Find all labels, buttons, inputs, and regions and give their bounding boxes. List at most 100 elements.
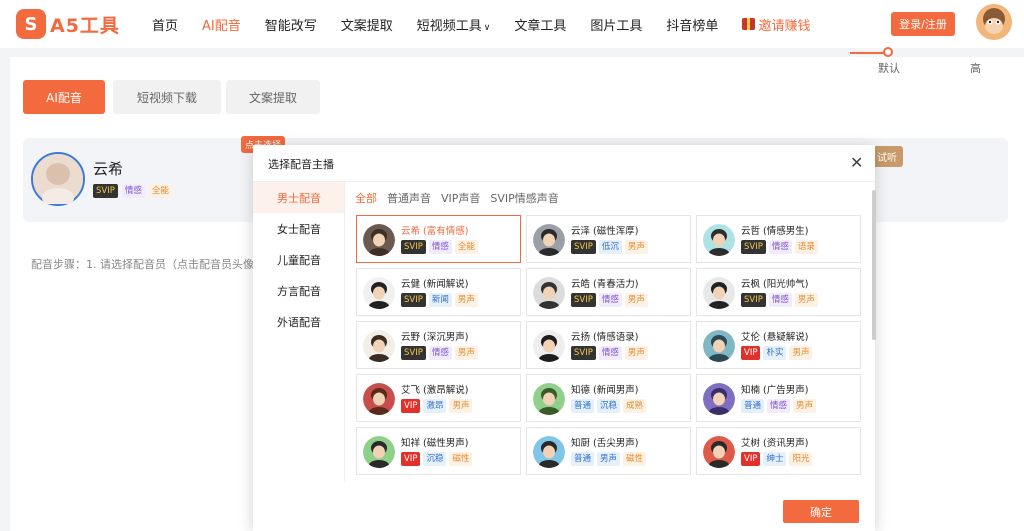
nav-item-video-tools[interactable]: 短视频工具 ∨ [417,15,491,34]
voice-card[interactable]: 云枫 (阳光帅气) SVIP 情感 男声 [696,268,861,316]
voice-avatar [703,224,735,256]
voice-card[interactable]: 云哲 (情感男生) SVIP 情感 语录 [696,215,861,263]
voice-name: 云哲 (情感男生) [741,226,809,237]
login-button[interactable]: 登录/注册 [891,12,955,36]
tag: 男声 [793,399,817,413]
voice-tags: 普通 沉稳 成熟 [571,399,647,413]
voice-name: 知祥 (磁性男声) [401,438,469,449]
voice-avatar [363,277,395,309]
tag: 男声 [449,399,473,413]
voice-name: 云扬 (情感语录) [571,332,639,343]
category-dialect[interactable]: 方言配音 [253,275,344,306]
category-children[interactable]: 儿童配音 [253,244,344,275]
filter-normal[interactable]: 普通声音 [387,190,431,206]
confirm-button[interactable]: 确定 [783,500,859,523]
tag: 情感 [767,399,791,413]
tag: SVIP [741,293,766,307]
filter-svip[interactable]: SVIP情感声音 [490,190,558,206]
nav-item-douyin-rank[interactable]: 抖音榜单 [666,15,718,34]
tag: SVIP [571,346,596,360]
tag: 沉稳 [423,452,447,466]
voice-name: 知厨 (舌尖男声) [571,438,639,449]
tag: SVIP [741,240,766,254]
tag: VIP [741,346,761,360]
logo-icon: S [16,9,46,39]
voice-card[interactable]: 云皓 (青春活力) SVIP 情感 男声 [526,268,691,316]
scrollbar[interactable] [872,190,876,340]
voice-card[interactable]: 云希 (富有情感) SVIP 情感 全能 [356,215,521,263]
category-male[interactable]: 男士配音 [253,182,344,213]
current-voice-avatar[interactable] [31,152,85,208]
voice-name: 艾飞 (激昂解说) [401,385,469,396]
category-foreign[interactable]: 外语配音 [253,306,344,337]
nav-item-ai-dubbing[interactable]: AI配音 [202,15,241,34]
voice-card[interactable]: 云健 (新闻解说) SVIP 新闻 男声 [356,268,521,316]
nav-item-rewrite[interactable]: 智能改写 [265,15,317,34]
voice-avatar [533,330,565,362]
voice-card[interactable]: 云扬 (情感语录) SVIP 情感 男声 [526,321,691,369]
monkey-avatar-icon [976,4,1012,40]
tab-video-download[interactable]: 短视频下载 [113,80,221,114]
voice-card[interactable]: 云野 (深沉男声) SVIP 情感 男声 [356,321,521,369]
voice-card[interactable]: 艾飞 (激昂解说) VIP 激昂 男声 [356,374,521,422]
nav-item-home[interactable]: 首页 [152,15,178,34]
category-female[interactable]: 女士配音 [253,213,344,244]
tag: 磁性 [449,452,473,466]
tag: SVIP [401,293,426,307]
voice-avatar [703,383,735,415]
nav-item-article-tools[interactable]: 文章工具 [514,15,566,34]
voice-grid: 云希 (富有情感) SVIP 情感 全能 云泽 (磁性浑厚) SVIP 低沉 男声 云哲 (情感… [356,215,862,485]
tag: 情感 [121,184,145,198]
nav-item-text-extract[interactable]: 文案提取 [341,15,393,34]
top-nav: S A5工具 首页 AI配音 智能改写 文案提取 短视频工具 ∨ 文章工具 图片工… [0,0,1024,48]
speed-slider-handle[interactable] [883,47,893,57]
person-avatar-icon [533,330,565,362]
preview-button[interactable]: 试听 [871,146,903,167]
voice-name: 云泽 (磁性浑厚) [571,226,639,237]
tag: 语录 [794,240,818,254]
current-voice-name: 云希 [93,160,124,178]
voice-card[interactable]: 知德 (新闻男声) 普通 沉稳 成熟 [526,374,691,422]
voice-tags: VIP 朴实 男声 [741,346,813,360]
tag: 男声 [624,293,648,307]
tag: 情感 [768,240,792,254]
voice-avatar [363,330,395,362]
filter-all[interactable]: 全部 [355,190,377,206]
tag: VIP [401,452,421,466]
voice-card[interactable]: 艾树 (资讯男声) VIP 绅士 阳光 [696,427,861,475]
slider-label-default: 默认 [878,62,900,75]
tab-ai-dubbing[interactable]: AI配音 [23,80,105,114]
person-avatar-icon [703,330,735,362]
person-avatar-icon [703,383,735,415]
voice-tags: SVIP 新闻 男声 [401,293,478,307]
voice-avatar [703,436,735,468]
voice-card[interactable]: 知楠 (广告男声) 普通 情感 男声 [696,374,861,422]
voice-avatar [533,436,565,468]
tag: VIP [741,452,761,466]
voice-card[interactable]: 艾伦 (悬疑解说) VIP 朴实 男声 [696,321,861,369]
nav-item-invite[interactable]: 邀请赚钱 [742,15,810,34]
slider-label-high: 高 [970,62,981,75]
voice-card[interactable]: 知祥 (磁性男声) VIP 沉稳 磁性 [356,427,521,475]
tag: SVIP [93,184,118,198]
brand-logo[interactable]: S A5工具 [16,9,120,39]
person-avatar-icon [533,277,565,309]
voice-name: 云皓 (青春活力) [571,279,639,290]
filter-vip[interactable]: VIP声音 [441,190,480,206]
tag: 普通 [571,452,595,466]
avatar[interactable] [976,4,1012,40]
tab-text-extract[interactable]: 文案提取 [226,80,320,114]
voice-card[interactable]: 云泽 (磁性浑厚) SVIP 低沉 男声 [526,215,691,263]
voice-name: 云野 (深沉男声) [401,332,469,343]
category-list: 男士配音 女士配音 儿童配音 方言配音 外语配音 [253,182,345,482]
tag: 情感 [768,293,792,307]
close-icon[interactable]: ✕ [850,153,863,172]
voice-card[interactable]: 知厨 (舌尖男声) 普通 男声 磁性 [526,427,691,475]
tag: SVIP [401,240,426,254]
tag: 男声 [624,346,648,360]
tag: 低沉 [598,240,622,254]
tag: 男声 [624,240,648,254]
nav-item-image-tools[interactable]: 图片工具 [590,15,642,34]
voice-avatar [363,383,395,415]
person-avatar-icon [363,224,395,256]
